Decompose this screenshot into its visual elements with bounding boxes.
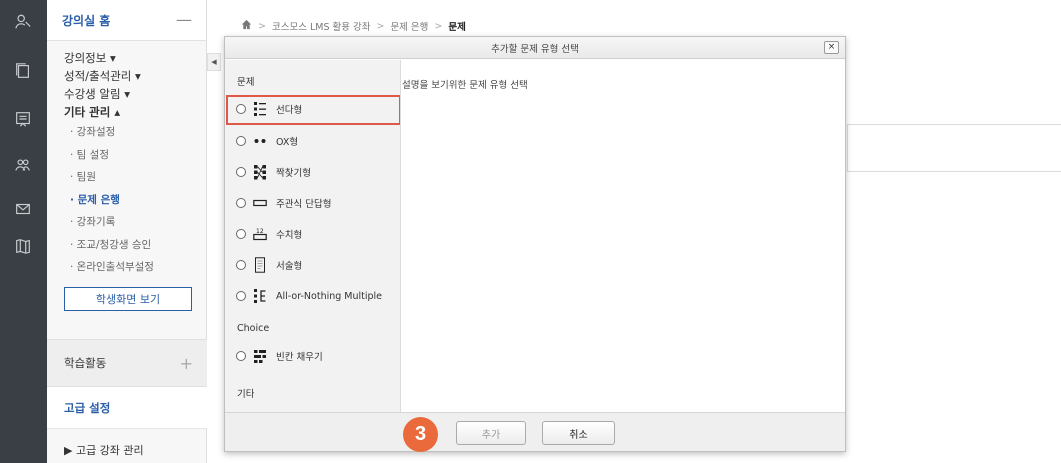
breadcrumb-question-bank[interactable]: 문제 은행 xyxy=(390,19,428,33)
dialog-title: 추가할 문제 유형 선택 xyxy=(491,43,579,55)
description-text: 설명을 보기위한 문제 유형 선택 xyxy=(402,80,528,91)
match-icon xyxy=(253,164,267,180)
option-truefalse[interactable]: OX형 xyxy=(236,133,298,149)
breadcrumb-separator: > xyxy=(376,20,385,32)
left-icon-rail xyxy=(0,0,47,463)
question-type-description-panel: 설명을 보기위한 문제 유형 선택 xyxy=(402,60,845,412)
radio-button[interactable] xyxy=(236,136,246,146)
gapfill-icon xyxy=(253,348,267,364)
sidebar-subitem-assistant-approval[interactable]: · 조교/청강생 승인 xyxy=(64,234,206,257)
option-essay[interactable]: 서술형 xyxy=(236,257,302,273)
option-match[interactable]: 짝찾기형 xyxy=(236,164,311,180)
sidebar-item-grades[interactable]: 성적/출석관리 ▾ xyxy=(64,67,206,85)
sidebar-subitem-team-settings[interactable]: · 팀 설정 xyxy=(64,144,206,167)
breadcrumb-course[interactable]: 코스모스 LMS 활용 강좌 xyxy=(272,19,371,33)
multichoice-icon xyxy=(253,101,267,117)
sidebar-subitem-course-logs[interactable]: · 강좌기록 xyxy=(64,211,206,234)
option-label: 짝찾기형 xyxy=(276,168,311,179)
advanced-settings-label: 고급 설정 xyxy=(64,400,111,415)
advanced-course-mgmt-label: ▶ 고급 강좌 관리 xyxy=(64,444,144,457)
option-label: 빈칸 채우기 xyxy=(276,352,323,363)
user-icon[interactable] xyxy=(13,12,33,32)
sidebar-section-learning-activity[interactable]: 학습활동 + xyxy=(47,339,207,387)
question-type-dialog: 추가할 문제 유형 선택 × 문제 선다형 OX형 짝찾기형 주관식 단답형 1… xyxy=(224,36,846,452)
radio-button[interactable] xyxy=(236,167,246,177)
add-button[interactable]: 추가 xyxy=(456,421,526,445)
breadcrumb: > 코스모스 LMS 활용 강좌 > 문제 은행 > 문제 xyxy=(241,19,466,33)
copy-icon[interactable] xyxy=(13,61,33,81)
sidebar-subitem-online-attendance[interactable]: · 온라인출석부설정 xyxy=(64,256,206,279)
essay-icon xyxy=(253,257,267,273)
radio-button[interactable] xyxy=(236,229,246,239)
map-icon[interactable] xyxy=(13,236,33,256)
option-multichoice[interactable]: 선다형 xyxy=(236,101,302,117)
radio-button[interactable] xyxy=(236,260,246,270)
option-label-continuation: Choice xyxy=(237,323,270,334)
close-icon[interactable]: × xyxy=(824,41,839,54)
sidebar-subitem-question-bank[interactable]: · 문제 은행 xyxy=(64,189,206,212)
mail-icon[interactable] xyxy=(13,199,33,219)
sidebar-item-advanced-course-management[interactable]: ▶ 고급 강좌 관리 xyxy=(47,440,207,460)
background-panel xyxy=(847,124,1061,172)
option-label: 주관식 단답형 xyxy=(276,199,332,210)
sidebar-item-notifications[interactable]: 수강생 알림 ▾ xyxy=(64,85,206,103)
breadcrumb-separator: > xyxy=(258,20,266,32)
option-label: All-or-Nothing Multiple xyxy=(276,290,383,302)
option-gapfill[interactable]: 빈칸 채우기 xyxy=(236,348,323,364)
sidebar-subitem-team-members[interactable]: · 팀원 xyxy=(64,166,206,189)
sidebar-title[interactable]: 강의실 홈 xyxy=(62,12,110,29)
shortanswer-icon xyxy=(253,195,267,211)
learning-activity-label: 학습활동 xyxy=(64,356,107,370)
radio-button[interactable] xyxy=(236,351,246,361)
allornothing-icon xyxy=(253,288,267,304)
dialog-titlebar: 추가할 문제 유형 선택 × xyxy=(225,37,845,59)
option-label: 서술형 xyxy=(276,261,303,272)
question-type-list: 문제 선다형 OX형 짝찾기형 주관식 단답형 12 수치형 서술형 All-o… xyxy=(225,60,401,412)
radio-button[interactable] xyxy=(236,198,246,208)
people-icon[interactable] xyxy=(13,155,33,175)
breadcrumb-current: 문제 xyxy=(448,22,466,33)
sidebar-subitem-course-settings[interactable]: · 강좌설정 xyxy=(64,121,206,144)
group-label-other: 기타 xyxy=(237,389,255,400)
student-view-button[interactable]: 학생화면 보기 xyxy=(64,286,192,311)
cancel-button[interactable]: 취소 xyxy=(542,421,615,445)
sidebar-header: 강의실 홈 — xyxy=(47,0,206,41)
home-icon[interactable] xyxy=(241,19,252,33)
radio-button[interactable] xyxy=(236,291,246,301)
option-numerical[interactable]: 12 수치형 xyxy=(236,226,302,242)
plus-icon[interactable]: + xyxy=(180,354,193,373)
sidebar-section-advanced-settings[interactable]: 고급 설정 xyxy=(47,387,207,429)
option-label: OX형 xyxy=(276,137,299,148)
option-label: 선다형 xyxy=(276,105,303,116)
group-label-questions: 문제 xyxy=(237,77,255,88)
breadcrumb-separator: > xyxy=(434,20,443,32)
sidebar-item-course-info[interactable]: 강의정보 ▾ xyxy=(64,49,206,67)
step-number-badge: 3 xyxy=(403,417,438,452)
option-allornothing[interactable]: All-or-Nothing Multiple xyxy=(236,288,382,304)
sidebar-menu: 강의정보 ▾ 성적/출석관리 ▾ 수강생 알림 ▾ 기타 관리 ▴ · 강좌설정… xyxy=(47,41,206,279)
sidebar-collapse-icon[interactable]: — xyxy=(176,12,192,28)
sidebar-item-other-management[interactable]: 기타 관리 ▴ xyxy=(64,103,206,121)
option-shortanswer[interactable]: 주관식 단답형 xyxy=(236,195,331,211)
board-icon[interactable] xyxy=(13,109,33,129)
dialog-footer: 추가 취소 xyxy=(225,412,845,451)
radio-button[interactable] xyxy=(236,104,246,114)
option-label: 수치형 xyxy=(276,230,303,241)
course-sidebar: 강의실 홈 — 강의정보 ▾ 성적/출석관리 ▾ 수강생 알림 ▾ 기타 관리 … xyxy=(47,0,207,463)
truefalse-icon xyxy=(253,133,267,149)
numerical-icon: 12 xyxy=(253,226,267,242)
sidebar-toggle-button[interactable]: ◀ xyxy=(207,53,221,71)
